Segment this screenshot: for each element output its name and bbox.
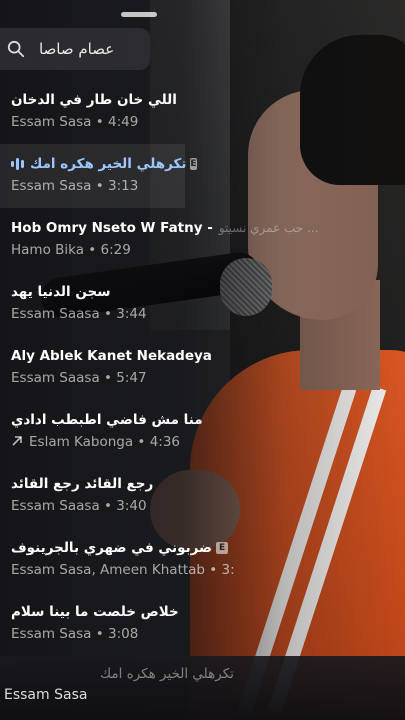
track-title: Aly Ablek Kanet Nekadeya — [11, 348, 212, 364]
explicit-badge: E — [190, 158, 197, 170]
track-subtitle: Essam Saasa • 5:47 — [11, 370, 147, 386]
track-title: تكرهلي الخير هكره امك — [30, 156, 187, 172]
track-title: اللي خان طار في الدخان — [11, 92, 177, 108]
search-icon — [7, 40, 25, 58]
drag-handle[interactable] — [121, 12, 157, 17]
now-playing-bar[interactable]: تكرهلي الخير هكره امك Essam Sasa — [0, 656, 405, 720]
track-subtitle: Essam Sasa, Ameen Khattab • 3: — [11, 562, 235, 578]
list-item[interactable]: Aly Ablek Kanet Nekadeya Essam Saasa • 5… — [0, 336, 405, 400]
track-title: Hob Omry Nseto W Fatny - — [11, 220, 213, 236]
list-item[interactable]: Hob Omry Nseto W Fatny - حب عمري نسيتو .… — [0, 208, 405, 272]
track-title-overflow: حب عمري نسيتو ... — [218, 221, 319, 235]
track-list: اللي خان طار في الدخان Essam Sasa • 4:49… — [0, 80, 405, 656]
explicit-badge: E — [216, 542, 229, 554]
track-title: خلاص خلصت ما بينا سلام — [11, 604, 179, 620]
track-subtitle: Essam Sasa • 3:08 — [11, 626, 139, 642]
list-item[interactable]: اللي خان طار في الدخان Essam Sasa • 4:49 — [0, 80, 405, 144]
track-title: سجن الدنيا يهد — [11, 284, 111, 300]
track-subtitle: Essam Saasa • 3:44 — [11, 306, 147, 322]
track-subtitle: Hamo Bika • 6:29 — [11, 242, 131, 258]
search-query[interactable]: عصام صاصا — [39, 40, 114, 58]
list-item[interactable]: ضربوني في ضهري بالجرينوف E Essam Sasa, A… — [0, 528, 405, 592]
track-subtitle: Essam Saasa • 3:40 — [11, 498, 147, 514]
track-title: منا مش فاضي اطبطب ادادي — [11, 412, 203, 428]
list-item[interactable]: رجع القائد رجع القائد Essam Saasa • 3:40 — [0, 464, 405, 528]
track-subtitle: Essam Sasa • 3:13 — [11, 178, 139, 194]
track-subtitle: Essam Sasa • 4:49 — [11, 114, 139, 130]
list-item[interactable]: خلاص خلصت ما بينا سلام Essam Sasa • 3:08 — [0, 592, 405, 656]
arrow-up-right-icon — [12, 436, 22, 446]
track-title: ضربوني في ضهري بالجرينوف — [11, 540, 213, 556]
list-item[interactable]: سجن الدنيا يهد Essam Saasa • 3:44 — [0, 272, 405, 336]
equalizer-icon — [11, 157, 24, 171]
track-subtitle: Eslam Kabonga • 4:36 — [29, 434, 181, 450]
now-playing-title: تكرهلي الخير هكره امك — [100, 666, 234, 682]
search-bar[interactable]: عصام صاصا — [0, 28, 150, 70]
now-playing-artist: Essam Sasa — [4, 687, 88, 703]
list-item[interactable]: منا مش فاضي اطبطب ادادي Eslam Kabonga • … — [0, 400, 405, 464]
list-item-now-playing[interactable]: تكرهلي الخير هكره امك E Essam Sasa • 3:1… — [0, 144, 197, 208]
track-title: رجع القائد رجع القائد — [11, 476, 154, 492]
